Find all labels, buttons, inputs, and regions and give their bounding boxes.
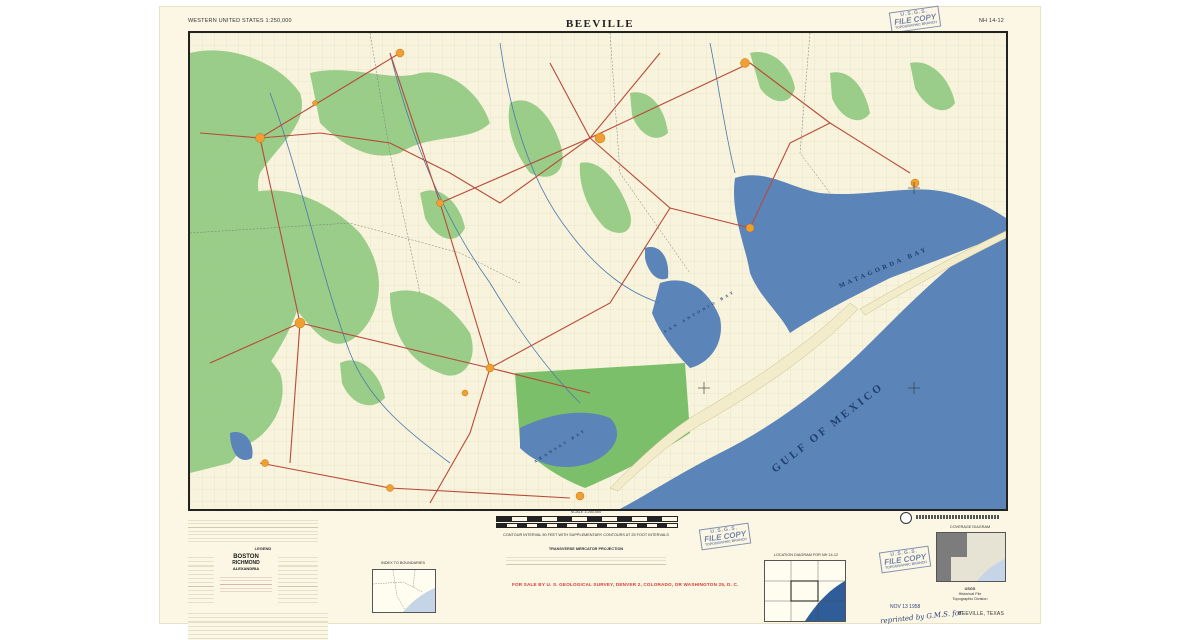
town[interactable] bbox=[386, 484, 394, 492]
sheet-number: NH 14-12 bbox=[978, 18, 1004, 24]
town[interactable] bbox=[910, 178, 920, 188]
town[interactable] bbox=[255, 133, 265, 143]
scale-label: SCALE 1:250,000 bbox=[570, 510, 602, 514]
date-stamp: NOV 13 1958 bbox=[890, 604, 921, 610]
legend-town-small: ALEXANDRIA bbox=[232, 566, 260, 571]
archive-note: USGS Historical File Topographic Divisio… bbox=[952, 587, 988, 601]
map-sheet: WESTERN UNITED STATES 1:250,000 BEEVILLE… bbox=[160, 5, 1040, 640]
town[interactable] bbox=[461, 389, 469, 397]
legend-block: LEGEND BOSTON RICHMOND ALEXANDRIA bbox=[188, 517, 338, 640]
topographic-map[interactable]: GULF OF MEXICO MATAGORDA BAY SAN ANTONIO… bbox=[190, 33, 1006, 509]
location-title: LOCATION DIAGRAM FOR NH 14-12 bbox=[773, 553, 839, 557]
scale-bar-km bbox=[496, 523, 678, 528]
coverage-title: COVERAGE DIAGRAM bbox=[949, 525, 991, 529]
footer-name: BEEVILLE, TEXAS bbox=[958, 611, 1004, 617]
town[interactable] bbox=[575, 491, 585, 501]
projection-note: TRANSVERSE MERCATOR PROJECTION bbox=[548, 547, 624, 551]
town[interactable] bbox=[261, 459, 269, 467]
town[interactable] bbox=[395, 48, 405, 58]
town[interactable] bbox=[745, 223, 755, 233]
source-note bbox=[188, 517, 318, 543]
town[interactable] bbox=[740, 58, 750, 68]
usgs-seal-icon bbox=[900, 512, 912, 524]
sale-notice: FOR SALE BY U. S. GEOLOGICAL SURVEY, DEN… bbox=[512, 582, 739, 587]
file-copy-stamp-bottom: U.S.G.S. FILE COPY TOPOGRAPHIC BRANCH bbox=[878, 545, 932, 573]
town[interactable] bbox=[312, 100, 318, 106]
handwritten-note: reprinted by G.M.S. for bbox=[879, 608, 963, 626]
index-to-boundaries[interactable] bbox=[372, 569, 436, 613]
index-title: INDEX TO BOUNDARIES bbox=[381, 561, 425, 565]
location-diagram[interactable] bbox=[764, 560, 846, 622]
contour-note: CONTOUR INTERVAL 50 FEET WITH SUPPLEMENT… bbox=[503, 533, 669, 537]
town[interactable] bbox=[436, 199, 444, 207]
town[interactable] bbox=[294, 317, 306, 329]
file-copy-stamp-middle: U.S.G.S. FILE COPY TOPOGRAPHIC BRANCH bbox=[698, 522, 752, 550]
map-frame[interactable]: GULF OF MEXICO MATAGORDA BAY SAN ANTONIO… bbox=[188, 31, 1008, 511]
town[interactable] bbox=[594, 132, 606, 144]
scale-bar bbox=[496, 516, 678, 522]
legend-title: LEGEND bbox=[254, 546, 272, 551]
town[interactable] bbox=[485, 363, 495, 373]
coverage-diagram[interactable] bbox=[936, 532, 1006, 582]
